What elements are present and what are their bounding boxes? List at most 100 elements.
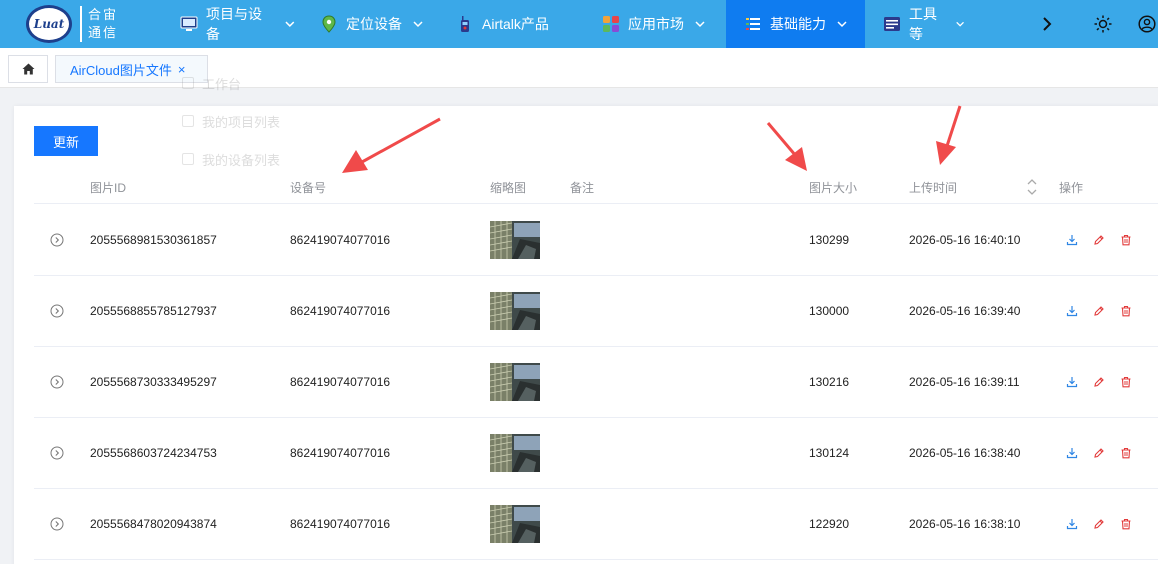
actions-cell: [1065, 489, 1133, 559]
image-thumbnail[interactable]: [490, 292, 540, 330]
luat-logo-badge: Luat: [26, 5, 72, 43]
logo-text: 合宙 通信: [88, 6, 118, 42]
image-id-cell: 2055568855785127937: [90, 304, 217, 318]
table-row[interactable]: 2055568478020943874 862419074077016 122920…: [34, 489, 1158, 560]
upload-time-cell: 2026-05-16 16:39:11: [909, 375, 1020, 389]
image-thumbnail[interactable]: [490, 221, 540, 259]
expand-arrow-icon: [50, 446, 64, 460]
nav-item-tools[interactable]: 工具等: [865, 0, 977, 48]
thumbnail-cell[interactable]: [490, 347, 540, 417]
ghost-menu-item: 我的设备列表: [168, 140, 314, 178]
expand-row-button[interactable]: [50, 489, 64, 559]
expand-row-button[interactable]: [50, 418, 64, 488]
image-thumbnail[interactable]: [490, 505, 540, 543]
nav-item-basic-capabilities[interactable]: 基础能力: [726, 0, 865, 48]
actions-cell: [1065, 276, 1133, 346]
column-header-upload-time[interactable]: 上传时间: [909, 170, 957, 204]
column-header-image-id: 图片ID: [90, 180, 127, 195]
nav-item-projects-devices[interactable]: 项目与设备: [168, 0, 308, 48]
delete-button[interactable]: [1119, 517, 1133, 531]
table-row[interactable]: 2055568981530361857 862419074077016 130299…: [34, 205, 1158, 276]
user-profile-button[interactable]: [1133, 0, 1158, 48]
brand-logo[interactable]: Luat 合宙 通信: [0, 0, 168, 48]
delete-button[interactable]: [1119, 233, 1133, 247]
refresh-button[interactable]: 更新: [34, 126, 98, 156]
delete-button[interactable]: [1119, 304, 1133, 318]
actions-cell: [1065, 347, 1133, 417]
expand-arrow-icon: [50, 304, 64, 318]
nav-scroll-right-button[interactable]: [1033, 0, 1061, 48]
folder-icon: [182, 115, 194, 127]
chevron-right-icon: [1043, 17, 1052, 31]
expand-row-button[interactable]: [50, 205, 64, 275]
device-cell: 862419074077016: [290, 304, 391, 318]
thumbnail-cell[interactable]: [490, 418, 540, 488]
actions-cell: [1065, 418, 1133, 488]
trash-icon: [1121, 447, 1131, 459]
nav-item-app-market[interactable]: 应用市场: [590, 0, 726, 48]
download-icon: [1066, 306, 1078, 317]
sun-icon: [1094, 15, 1112, 33]
image-id-cell: 2055568478020943874: [90, 517, 217, 531]
ghost-menu-label: 我的项目列表: [202, 114, 281, 130]
delete-button[interactable]: [1119, 446, 1133, 460]
expand-row-button[interactable]: [50, 347, 64, 417]
download-button[interactable]: [1065, 446, 1079, 460]
thumbnail-cell[interactable]: [490, 205, 540, 275]
size-cell: 130124: [809, 446, 850, 460]
nav-item-label: 定位设备: [346, 16, 402, 32]
sort-icon[interactable]: [1026, 176, 1038, 198]
image-thumbnail[interactable]: [490, 434, 540, 472]
upload-time-cell: 2026-05-16 16:38:10: [909, 517, 1021, 531]
edit-button[interactable]: [1092, 517, 1106, 531]
top-navigation-bar: Luat 合宙 通信 项目与设备 定位设备 Airtalk产品 应用市场 基础能…: [0, 0, 1158, 48]
table-row[interactable]: 2055568603724234753 862419074077016 130124…: [34, 418, 1158, 489]
upload-time-cell: 2026-05-16 16:40:10: [909, 233, 1021, 247]
ghost-menu-label: 工作台: [202, 76, 242, 92]
edit-pencil-icon: [1094, 235, 1104, 245]
download-button[interactable]: [1065, 233, 1079, 247]
size-cell: 122920: [809, 517, 850, 531]
tools-icon: [883, 15, 901, 33]
thumbnail-cell[interactable]: [490, 276, 540, 346]
download-icon: [1066, 377, 1078, 388]
theme-toggle-button[interactable]: [1089, 0, 1117, 48]
edit-button[interactable]: [1092, 375, 1106, 389]
workbench-icon: [182, 77, 194, 89]
nav-item-location-devices[interactable]: 定位设备: [308, 0, 444, 48]
thumbnail-cell[interactable]: [490, 489, 540, 559]
ghost-menu-label: 我的设备列表: [202, 152, 281, 168]
delete-button[interactable]: [1119, 375, 1133, 389]
home-tab[interactable]: [8, 55, 48, 83]
chevron-down-icon: [956, 21, 964, 27]
download-button[interactable]: [1065, 304, 1079, 318]
app-grid-icon: [602, 15, 620, 33]
edit-pencil-icon: [1094, 306, 1104, 316]
table-row[interactable]: 2055568855785127937 862419074077016 130000…: [34, 276, 1158, 347]
column-header-thumbnail: 缩略图: [490, 180, 527, 195]
table-row[interactable]: 2055568730333495297 862419074077016 130216…: [34, 347, 1158, 418]
chevron-down-icon: [837, 21, 847, 28]
logo-line-1: 合宙: [88, 7, 119, 22]
image-thumbnail[interactable]: [490, 363, 540, 401]
device-cell: 862419074077016: [290, 517, 391, 531]
device-cell: 862419074077016: [290, 233, 391, 247]
upload-time-cell: 2026-05-16 16:38:40: [909, 446, 1021, 460]
column-header-size: 图片大小: [809, 180, 858, 195]
trash-icon: [1121, 376, 1131, 388]
edit-button[interactable]: [1092, 304, 1106, 318]
location-pin-icon: [320, 15, 338, 33]
size-cell: 130299: [809, 233, 850, 247]
list-icon: [744, 15, 762, 33]
download-button[interactable]: [1065, 375, 1079, 389]
nav-item-label: 工具等: [909, 6, 937, 42]
download-button[interactable]: [1065, 517, 1079, 531]
chevron-down-icon: [413, 21, 423, 28]
home-icon: [22, 63, 34, 75]
edit-button[interactable]: [1092, 446, 1106, 460]
trash-icon: [1121, 518, 1131, 530]
nav-item-airtalk-products[interactable]: Airtalk产品: [444, 0, 590, 48]
expand-row-button[interactable]: [50, 276, 64, 346]
edit-button[interactable]: [1092, 233, 1106, 247]
column-header-remark: 备注: [570, 180, 595, 195]
